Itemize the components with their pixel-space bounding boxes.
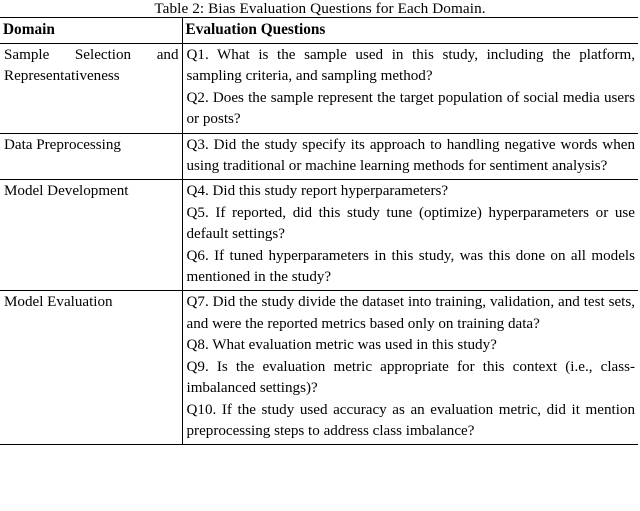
evaluation-question: Q4. Did this study report hyperparameter… [186, 183, 449, 200]
column-header-evaluation-questions: Evaluation Questions [182, 17, 638, 44]
evaluation-question: Q9. Is the evaluation metric appropriate… [186, 358, 636, 397]
cell-evaluation-questions: Q7. Did the study divide the dataset int… [182, 290, 638, 446]
evaluation-question: Q1. What is the sample used in this stud… [186, 47, 636, 85]
table-caption: Table 2: Bias Evaluation Questions for E… [154, 0, 486, 17]
evaluation-question: Q10. If the study used accuracy as an ev… [186, 401, 636, 439]
evaluation-question: Q5. If reported, did this study tune (op… [186, 204, 636, 243]
evaluation-question: Q8. What evaluation metric was used in t… [186, 337, 497, 354]
cell-evaluation-questions: Q1. What is the sample used in this stud… [182, 43, 638, 134]
domain-label: Data Preprocessing [4, 136, 121, 153]
domain-label: Sample Selection and Representativeness [4, 47, 179, 85]
table-row: Model Development Q4. Did this study rep… [0, 179, 638, 292]
column-header-domain: Domain [0, 17, 183, 44]
evaluation-question: Q6. If tuned hyperparameters in this stu… [186, 247, 636, 286]
evaluation-question: Q7. Did the study divide the dataset int… [186, 294, 636, 332]
bias-evaluation-questions-table: Domain Evaluation Questions Sample Selec… [0, 17, 638, 446]
cell-evaluation-questions: Q4. Did this study report hyperparameter… [182, 179, 638, 292]
table-row: Model Evaluation Q7. Did the study divid… [0, 290, 638, 446]
evaluation-question: Q2. Does the sample represent the target… [186, 89, 636, 128]
cell-domain: Model Development [0, 179, 183, 292]
cell-domain: Sample Selection and Representativeness [0, 43, 183, 134]
cell-domain: Model Evaluation [0, 290, 183, 446]
table-row: Sample Selection and Representativeness … [0, 43, 638, 134]
evaluation-question: Q3. Did the study specify its approach t… [186, 136, 636, 175]
table-header-row: Domain Evaluation Questions [0, 17, 638, 44]
table-header: Domain Evaluation Questions [0, 17, 638, 44]
domain-label: Model Development [4, 183, 129, 200]
cell-evaluation-questions: Q3. Did the study specify its approach t… [182, 133, 638, 181]
document-page: Table 2: Bias Evaluation Questions for E… [0, 0, 640, 511]
table-body: Sample Selection and Representativeness … [0, 43, 638, 446]
table-row: Data Preprocessing Q3. Did the study spe… [0, 133, 638, 181]
domain-label: Model Evaluation [4, 294, 113, 311]
cell-domain: Data Preprocessing [0, 133, 183, 181]
